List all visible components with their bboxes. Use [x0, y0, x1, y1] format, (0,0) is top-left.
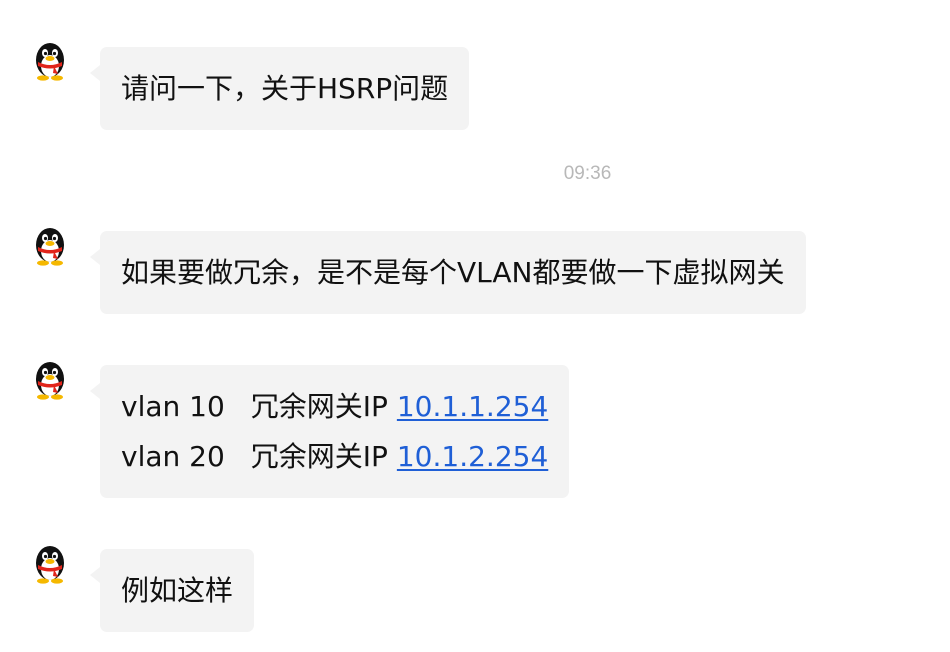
- ip-link[interactable]: 10.1.2.254: [397, 440, 548, 473]
- message-text: 例如这样: [121, 574, 234, 607]
- message-line: vlan 20 冗余网关IP 10.1.2.254: [121, 432, 548, 482]
- message-text: 请问一下，关于HSRP问题: [121, 72, 449, 105]
- gateway-label: 冗余网关IP: [250, 440, 388, 473]
- message-bubble[interactable]: 例如这样: [89, 549, 255, 632]
- message-line: vlan 10 冗余网关IP 10.1.1.254: [121, 382, 548, 432]
- message-bubble[interactable]: 请问一下，关于HSRP问题: [89, 47, 470, 130]
- avatar[interactable]: [31, 225, 69, 267]
- avatar[interactable]: [31, 543, 69, 585]
- qq-penguin-avatar-icon: [36, 228, 64, 266]
- ip-link[interactable]: 10.1.1.254: [397, 390, 548, 423]
- gateway-label: 冗余网关IP: [250, 390, 388, 423]
- qq-penguin-avatar-icon: [36, 362, 64, 400]
- message-text: 如果要做冗余，是不是每个VLAN都要做一下虚拟网关: [121, 256, 785, 289]
- qq-penguin-avatar-icon: [36, 43, 64, 81]
- vlan-label: vlan 20: [121, 440, 225, 473]
- message-bubble[interactable]: 如果要做冗余，是不是每个VLAN都要做一下虚拟网关: [90, 231, 806, 314]
- avatar[interactable]: [31, 40, 69, 82]
- avatar[interactable]: [31, 359, 69, 401]
- qq-penguin-avatar-icon: [36, 546, 64, 584]
- message-bubble[interactable]: vlan 10 冗余网关IP 10.1.1.254 vlan 20 冗余网关IP 1…: [89, 365, 570, 498]
- vlan-label: vlan 10: [121, 390, 225, 423]
- timestamp: 09:36: [563, 163, 612, 184]
